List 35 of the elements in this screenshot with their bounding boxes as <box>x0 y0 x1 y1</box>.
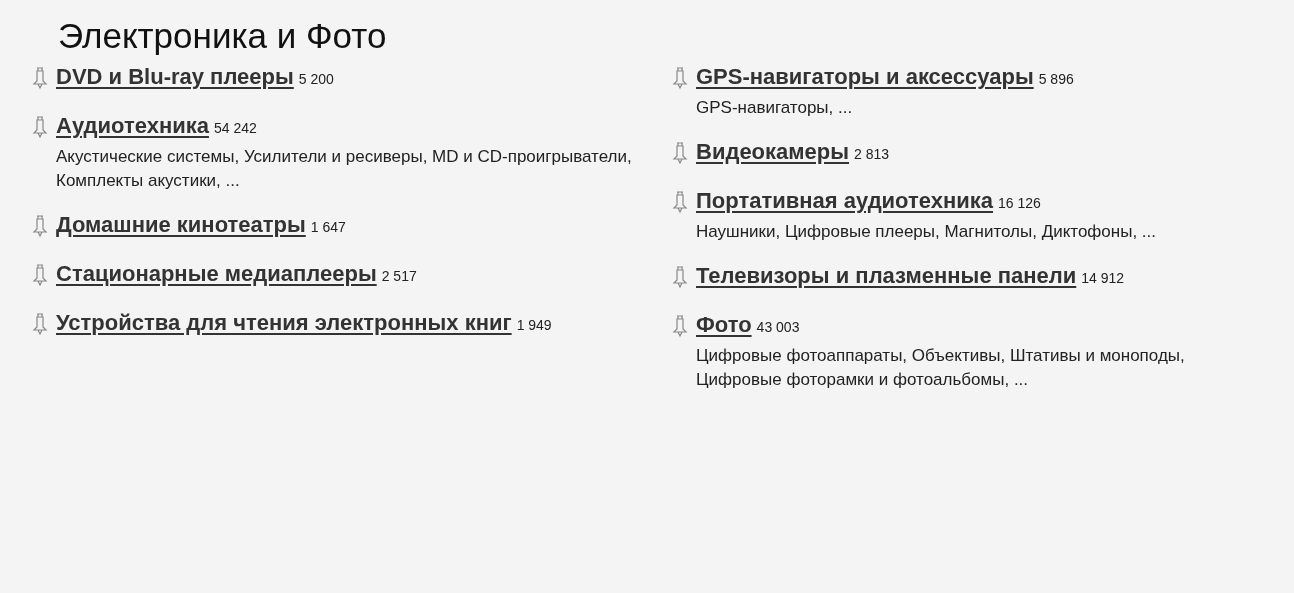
subcategory-list: Акустические системы, Усилители и ресиверы, MD и CD-проигрыватели, Комплекты акустики, ... <box>56 145 646 193</box>
item-count: 16 126 <box>998 195 1041 211</box>
bell-icon <box>32 312 48 336</box>
category-link[interactable]: Аудиотехника <box>56 113 209 138</box>
bell-icon <box>32 263 48 287</box>
category-link[interactable]: Видеокамеры <box>696 139 850 164</box>
category-link[interactable]: DVD и Blu-ray плееры <box>56 64 294 89</box>
category-link[interactable]: GPS-навигаторы и аксессуары <box>696 64 1034 89</box>
item-count: 43 003 <box>756 319 800 335</box>
bell-icon <box>672 66 688 90</box>
item-count: 54 242 <box>213 120 257 136</box>
subcategory-list: GPS-навигаторы, ... <box>696 96 1256 120</box>
category-link[interactable]: Устройства для чтения электронных книг <box>56 310 512 335</box>
section-title: Электроника и Фото <box>58 15 388 57</box>
item-count: 1 949 <box>516 317 552 333</box>
item-count: 2 813 <box>854 146 890 162</box>
bell-icon <box>672 190 688 214</box>
category-link[interactable]: Телевизоры и плазменные панели <box>696 263 1077 288</box>
bell-icon <box>32 66 48 90</box>
item-count: 5 200 <box>298 71 334 87</box>
category-link[interactable]: Портативная аудиотехника <box>696 188 994 213</box>
category-link[interactable]: Стационарные медиаплееры <box>56 261 377 286</box>
item-count: 1 647 <box>310 219 346 235</box>
item-count: 5 896 <box>1038 71 1074 87</box>
item-count: 14 912 <box>1081 270 1125 286</box>
subcategory-list: Цифровые фотоаппараты, Объективы, Штативы и моноподы, Цифровые фоторамки и фотоальбомы, ... <box>696 344 1256 392</box>
category-link[interactable]: Домашние кинотеатры <box>56 212 306 237</box>
bell-icon <box>672 265 688 289</box>
bell-icon <box>672 141 688 165</box>
subcategory-list: Наушники, Цифровые плееры, Магнитолы, Диктофоны, ... <box>696 220 1256 244</box>
bell-icon <box>32 214 48 238</box>
item-count: 2 517 <box>381 268 417 284</box>
bell-icon <box>32 115 48 139</box>
category-link[interactable]: Фото <box>696 312 752 337</box>
bell-icon <box>672 314 688 338</box>
